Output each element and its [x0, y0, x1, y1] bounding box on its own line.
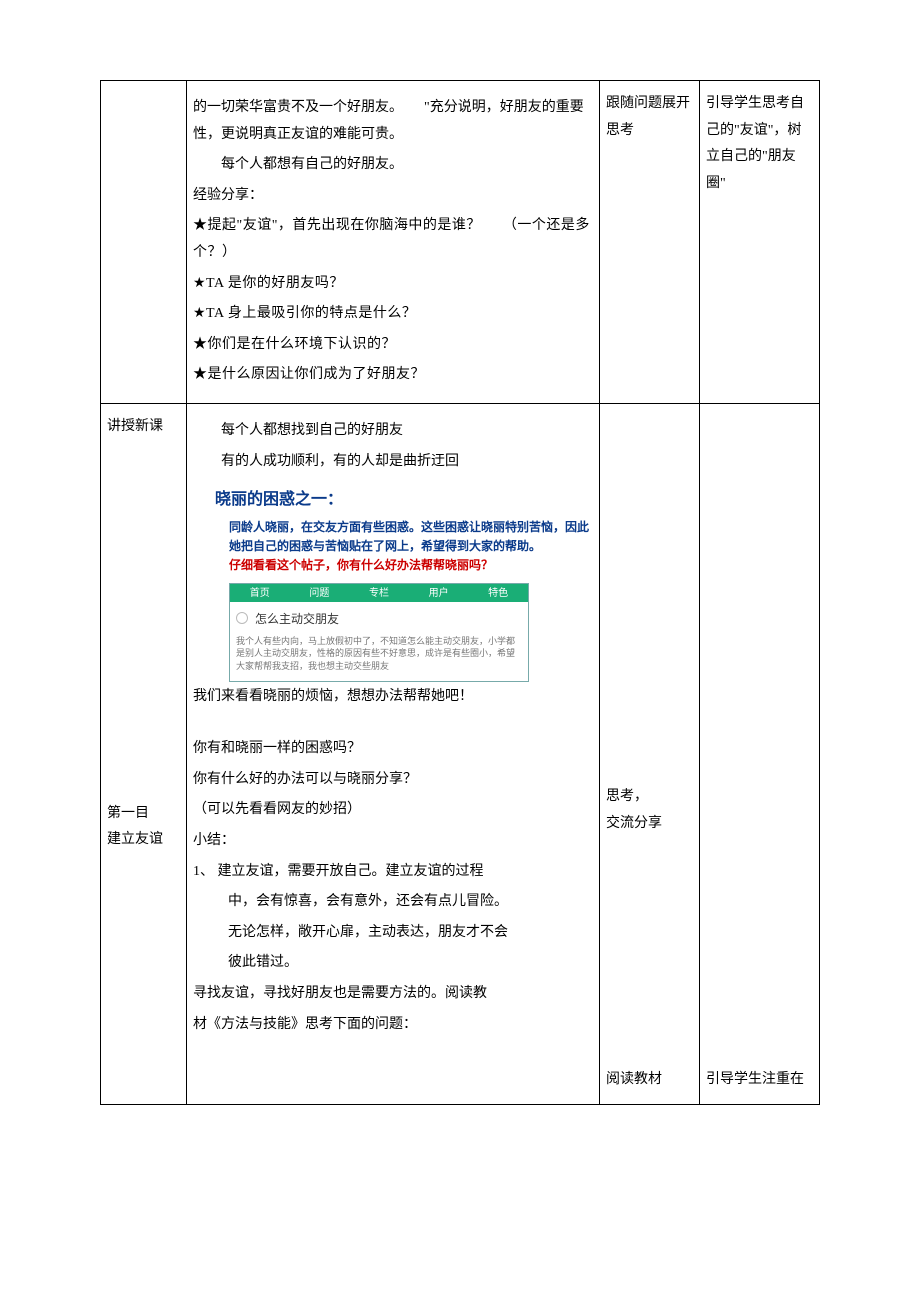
forum-thread-title-text: 怎么主动交朋友	[255, 612, 339, 626]
forum-tab: 特色	[468, 584, 528, 603]
stage-cell	[101, 81, 187, 404]
question-item: ★提起"友谊"，首先出现在你脑海中的是谁？ （一个还是多个？）	[193, 213, 593, 266]
forum-thread-body: 我个人有些内向，马上放假初中了，不知道怎么能主动交朋友，小学都是别人主动交朋友，…	[236, 635, 522, 673]
student-activity-cell: 跟随问题展开思考	[600, 81, 700, 404]
lesson-plan-table: 的一切荣华富贵不及一个好朋友。 "充分说明，好朋友的重要性，更说明真正友谊的难能…	[100, 80, 820, 1105]
summary-item-line: 彼此错过。	[228, 950, 593, 977]
speech-bubble-icon	[236, 612, 248, 624]
story-body: 同龄人晓丽，在交友方面有些困惑。这些困惑让晓丽特别苦恼，因此她把自己的困惑与苦恼…	[215, 518, 593, 576]
student-activity-text: 思考，	[606, 784, 693, 811]
story-title: 晓丽的困惑之一：	[215, 485, 593, 515]
forum-tab: 专栏	[349, 584, 409, 603]
document-page: 的一切荣华富贵不及一个好朋友。 "充分说明，好朋友的重要性，更说明真正友谊的难能…	[0, 0, 920, 1165]
forum-thread-title: 怎么主动交朋友	[236, 608, 522, 631]
content-cell: 每个人都想找到自己的好朋友 有的人成功顺利，有的人却是曲折迂回 晓丽的困惑之一：…	[187, 403, 600, 1104]
paragraph: 寻找友谊，寻找好朋友也是需要方法的。阅读教	[193, 981, 593, 1008]
forum-tab: 首页	[230, 584, 290, 603]
story-body-highlight: 仔细看看这个帖子，你有什么好办法帮帮晓丽吗？	[229, 558, 493, 572]
question-item: 你有和晓丽一样的困惑吗？	[193, 736, 593, 763]
intent-cell: 引导学生思考自己的"友谊"，树立自己的"朋友圈"	[700, 81, 820, 404]
student-activity-cell: 思考， 交流分享 阅读教材	[600, 403, 700, 1104]
table-row: 的一切荣华富贵不及一个好朋友。 "充分说明，好朋友的重要性，更说明真正友谊的难能…	[101, 81, 820, 404]
stage-text: 建立友谊	[107, 827, 180, 854]
question-item: ★TA 身上最吸引你的特点是什么？	[193, 301, 593, 328]
forum-content: 怎么主动交朋友 我个人有些内向，马上放假初中了，不知道怎么能主动交朋友，小学都是…	[230, 602, 528, 681]
story-body-line: 同龄人晓丽，在交友方面有些困惑。这些困惑让晓丽特别苦恼，因此她把自己的困惑与苦恼…	[229, 520, 589, 553]
question-item: ★TA 是你的好朋友吗？	[193, 271, 593, 298]
summary-item: 1、 建立友谊，需要开放自己。建立友谊的过程	[193, 859, 593, 886]
table-row: 讲授新课 第一目 建立友谊 每个人都想找到自己的好朋友 有的人成功顺利，有的人却…	[101, 403, 820, 1104]
forum-tab: 问题	[290, 584, 350, 603]
paragraph: 材《方法与技能》思考下面的问题：	[193, 1012, 593, 1039]
question-item: ★你们是在什么环境下认识的？	[193, 332, 593, 359]
paragraph: 有的人成功顺利，有的人却是曲折迂回	[193, 449, 593, 476]
student-activity-text: 阅读教材	[606, 1067, 693, 1094]
paragraph: 我们来看看晓丽的烦恼，想想办法帮帮她吧！	[193, 684, 593, 711]
forum-tab: 用户	[409, 584, 469, 603]
question-item: ★是什么原因让你们成为了好朋友？	[193, 362, 593, 389]
question-item: 你有什么好的办法可以与晓丽分享？	[193, 767, 593, 794]
paragraph: 经验分享：	[193, 183, 593, 210]
summary-heading: 小结：	[193, 828, 593, 855]
forum-screenshot: 首页 问题 专栏 用户 特色 怎么主动交朋友 我个人有些内向，马上放假初中了，不…	[229, 583, 529, 682]
paragraph: 的一切荣华富贵不及一个好朋友。 "充分说明，好朋友的重要性，更说明真正友谊的难能…	[193, 95, 593, 148]
intent-text: 引导学生注重在	[706, 1067, 813, 1094]
intent-cell: 引导学生注重在	[700, 403, 820, 1104]
intent-text: 引导学生思考自己的"友谊"，树立自己的"朋友圈"	[706, 91, 813, 197]
summary-item-line: 中，会有惊喜，会有意外，还会有点儿冒险。	[228, 889, 593, 916]
student-activity-text: 跟随问题展开思考	[606, 91, 693, 144]
question-note: （可以先看看网友的妙招）	[193, 797, 593, 824]
story-block: 晓丽的困惑之一： 同龄人晓丽，在交友方面有些困惑。这些困惑让晓丽特别苦恼，因此她…	[215, 485, 593, 682]
forum-tabs: 首页 问题 专栏 用户 特色	[230, 584, 528, 602]
stage-text: 第一目	[107, 801, 180, 828]
content-cell: 的一切荣华富贵不及一个好朋友。 "充分说明，好朋友的重要性，更说明真正友谊的难能…	[187, 81, 600, 404]
blank-line	[193, 714, 593, 732]
stage-text: 讲授新课	[107, 414, 180, 441]
summary-item-line: 无论怎样，敞开心扉，主动表达，朋友才不会	[228, 920, 593, 947]
paragraph: 每个人都想有自己的好朋友。	[193, 152, 593, 179]
paragraph: 每个人都想找到自己的好朋友	[193, 418, 593, 445]
stage-cell: 讲授新课 第一目 建立友谊	[101, 403, 187, 1104]
student-activity-text: 交流分享	[606, 811, 693, 838]
